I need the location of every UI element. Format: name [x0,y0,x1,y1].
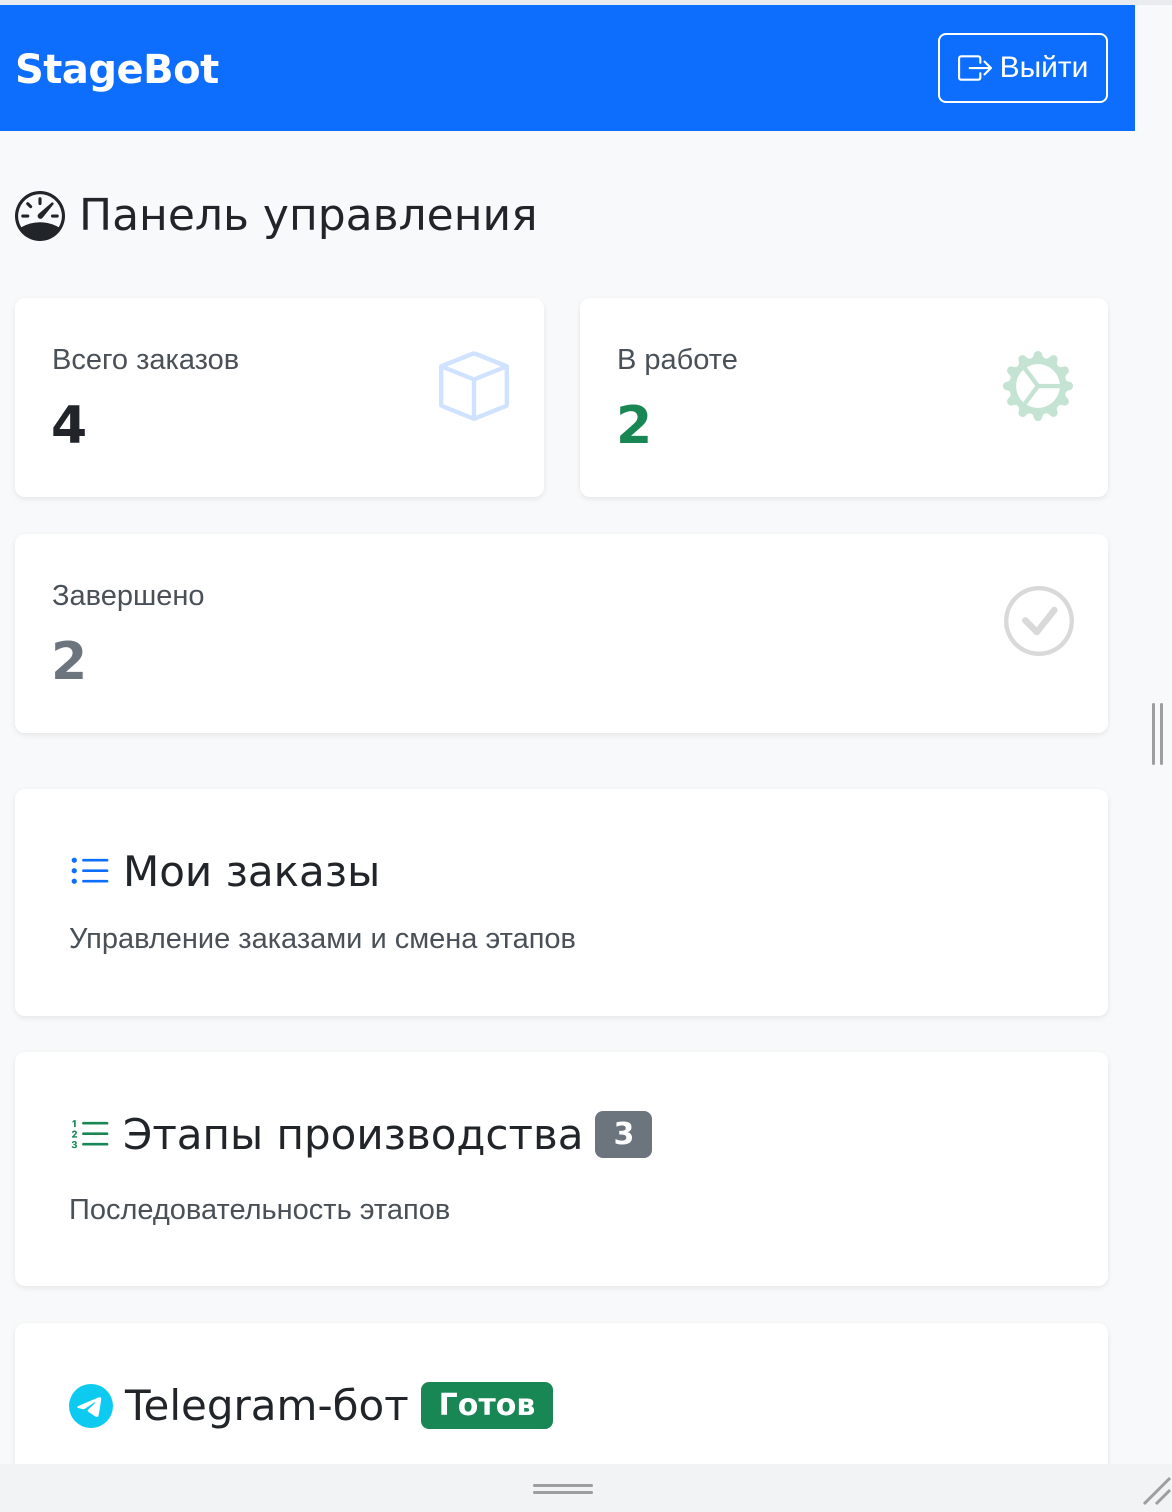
menu-card-title: Этапы производства 3 [69,1110,653,1159]
stat-value: 4 [51,396,88,456]
stages-count-badge: 3 [595,1111,653,1158]
stat-card-total-orders: Всего заказов 4 [15,298,544,497]
box-icon [439,351,509,426]
stat-label: Всего заказов [52,344,240,376]
logout-button[interactable]: Выйти [938,33,1108,103]
menu-card-title: Telegram-бот Готов [69,1381,554,1430]
check-circle-icon [1004,586,1074,661]
stat-label: В работе [617,344,738,376]
menu-card-title-text: Telegram-бот [125,1381,409,1430]
box-arrow-right-icon [957,51,992,85]
page-title: Панель управления [15,190,538,241]
navbar: StageBot Выйти [0,5,1135,131]
menu-card-title-text: Этапы производства [123,1110,584,1159]
menu-card-my-orders[interactable]: Мои заказы Управление заказами и смена э… [15,789,1108,1016]
page-title-text: Панель управления [79,190,538,241]
stat-card-in-progress: В работе 2 [580,298,1108,497]
bottom-resize-bar [0,1464,1172,1512]
horizontal-grip-icon[interactable] [533,1482,593,1496]
resize-corner-icon[interactable] [1140,1474,1172,1506]
stat-label: Завершено [52,580,205,612]
menu-card-production-stages[interactable]: Этапы производства 3 Последовательность … [15,1052,1108,1286]
menu-card-description: Управление заказами и смена этапов [69,923,576,955]
stat-value: 2 [51,632,88,692]
menu-card-title-text: Мои заказы [123,847,381,896]
list-ol-icon [69,1114,111,1156]
list-icon [69,851,111,893]
stat-value: 2 [616,396,653,456]
stat-card-completed: Завершено 2 [15,534,1108,733]
vertical-resize-handle[interactable] [1150,703,1166,765]
logout-label: Выйти [999,51,1089,84]
speedometer-icon [15,190,65,241]
gear-icon [1002,350,1074,426]
menu-card-description: Последовательность этапов [69,1194,451,1226]
bot-status-badge: Готов [420,1382,554,1429]
menu-card-title: Мои заказы [69,847,380,896]
brand-logo[interactable]: StageBot [15,47,219,93]
telegram-icon [69,1383,113,1428]
